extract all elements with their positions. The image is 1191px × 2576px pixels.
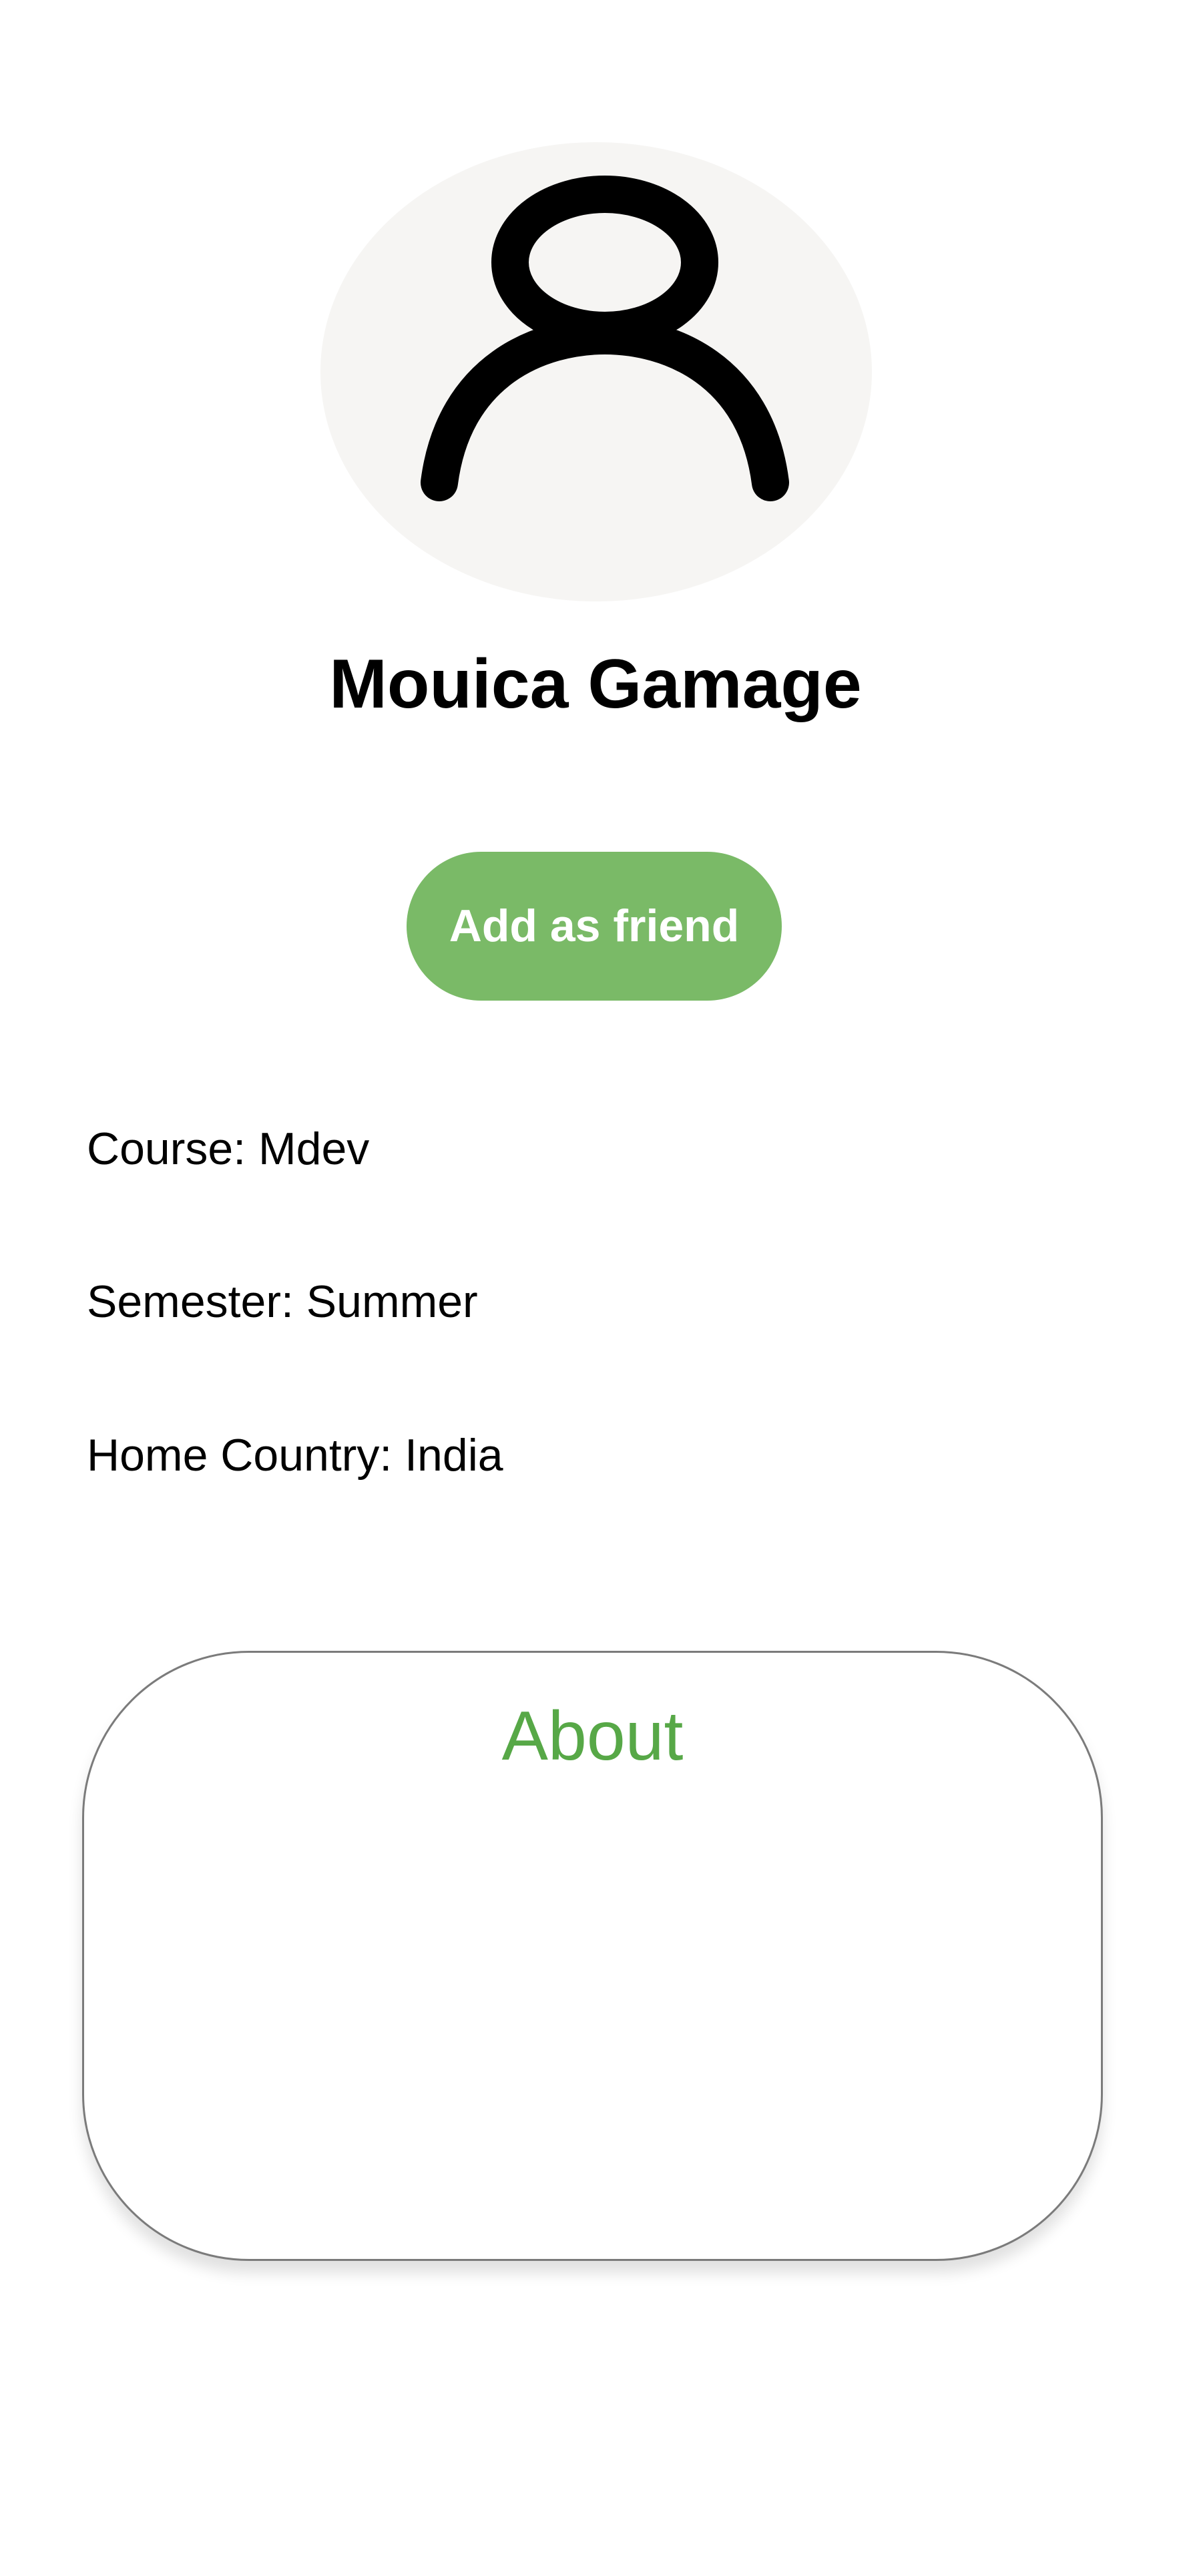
semester-info: Semester: Summer xyxy=(87,1276,478,1327)
about-card: About xyxy=(82,1651,1103,2261)
home-country-info: Home Country: India xyxy=(87,1430,503,1481)
user-silhouette-icon xyxy=(421,176,789,501)
add-friend-button[interactable]: Add as friend xyxy=(407,852,782,1001)
about-title: About xyxy=(501,1698,684,1775)
profile-screen: Mouica Gamage Add as friend Course: Mdev… xyxy=(0,0,1191,2576)
avatar xyxy=(320,142,872,601)
course-info: Course: Mdev xyxy=(87,1123,370,1174)
profile-name: Mouica Gamage xyxy=(329,646,862,723)
